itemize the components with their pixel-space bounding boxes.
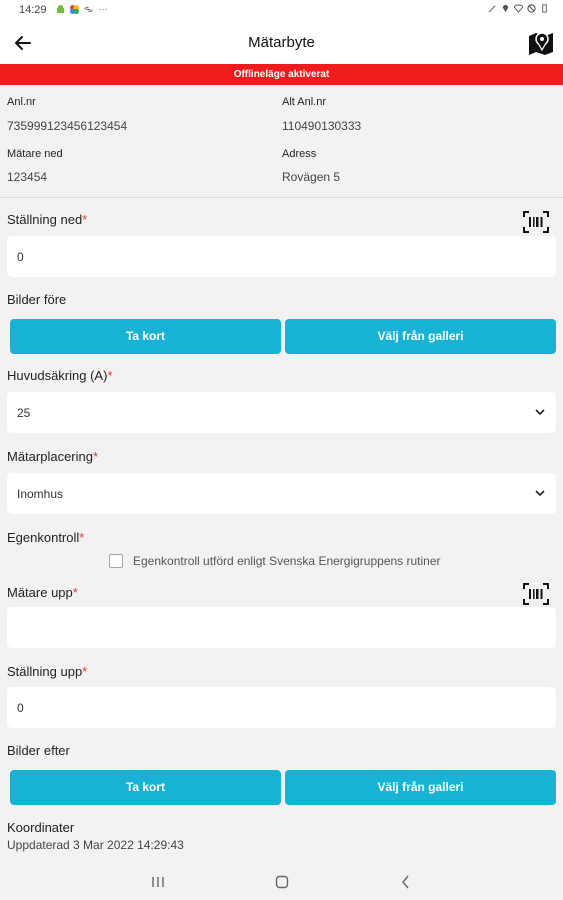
egenkontroll-row: Egenkontroll utförd enligt Svenska Energ… [109, 554, 441, 568]
koordinater-label: Koordinater [7, 820, 75, 835]
status-time: 14:29 [19, 4, 47, 16]
stallning-upp-label: Ställning upp* [7, 664, 88, 679]
page-title: Mätarbyte [248, 34, 315, 51]
egenkontroll-checkbox[interactable] [109, 554, 123, 568]
koordinater-value: Uppdaterad 3 Mar 2022 14:29:43 [7, 838, 184, 852]
recents-icon[interactable] [150, 874, 166, 890]
egenkontroll-checkbox-label: Egenkontroll utförd enligt Svenska Energ… [133, 554, 441, 568]
more-dots-icon: ··· [98, 4, 108, 15]
anl-nr-label: Anl.nr [7, 96, 36, 108]
matarplacering-label: Mätarplacering* [7, 449, 99, 464]
matarplacering-value: Inomhus [17, 487, 64, 501]
barcode-scan-icon[interactable] [523, 583, 549, 605]
huvudsakring-value: 25 [17, 406, 31, 420]
status-right-icons [488, 4, 549, 13]
take-photo-after-button[interactable]: Ta kort [10, 770, 281, 805]
android-icon [56, 5, 65, 14]
battery-icon [542, 4, 547, 13]
adress-value: Rovägen 5 [282, 170, 341, 184]
adress-label: Adress [282, 148, 317, 160]
back-nav-icon[interactable] [398, 874, 414, 890]
matare-upp-input[interactable] [7, 607, 556, 648]
status-bar: 14:29 ··· [0, 0, 563, 22]
edit-icon [488, 5, 496, 13]
matarplacering-select[interactable]: Inomhus [7, 473, 556, 514]
huvudsakring-select[interactable]: 25 [7, 392, 556, 433]
divider [0, 197, 563, 198]
installation-info: Anl.nr 735999123456123454 Alt Anl.nr 110… [0, 85, 563, 197]
dnd-icon [527, 4, 536, 13]
status-left-icons: ··· [56, 4, 108, 15]
home-icon[interactable] [274, 874, 290, 890]
gallery-before-button[interactable]: Välj från galleri [285, 319, 556, 354]
bilder-efter-label: Bilder efter [7, 743, 70, 758]
app-bar: Mätarbyte [0, 22, 563, 64]
huvudsakring-label: Huvudsäkring (A)* [7, 368, 113, 383]
chevron-down-icon [535, 409, 545, 416]
matare-upp-label: Mätare upp* [7, 585, 78, 600]
take-photo-before-button[interactable]: Ta kort [10, 319, 281, 354]
wifi-icon [514, 4, 523, 13]
photos-icon [70, 5, 79, 14]
matare-ned-label: Mätare ned [7, 148, 63, 160]
barcode-scan-icon[interactable] [523, 211, 549, 233]
offline-banner: Offlineläge aktiverat [0, 64, 563, 85]
stallning-ned-input[interactable]: 0 [7, 236, 556, 277]
anl-nr-value: 735999123456123454 [7, 119, 128, 133]
link-icon [84, 7, 93, 12]
location-icon [502, 4, 509, 13]
stallning-upp-input[interactable]: 0 [7, 687, 556, 728]
chevron-down-icon [535, 490, 545, 497]
egenkontroll-label: Egenkontroll* [7, 530, 85, 545]
bilder-fore-label: Bilder före [7, 292, 67, 307]
system-nav-bar [0, 862, 563, 900]
stallning-ned-label: Ställning ned* [7, 212, 88, 227]
alt-anl-nr-label: Alt Anl.nr [282, 96, 327, 108]
map-marker-icon[interactable] [527, 28, 555, 56]
alt-anl-nr-value: 110490130333 [282, 119, 362, 133]
gallery-after-button[interactable]: Välj från galleri [285, 770, 556, 805]
matare-ned-value: 123454 [7, 170, 48, 184]
